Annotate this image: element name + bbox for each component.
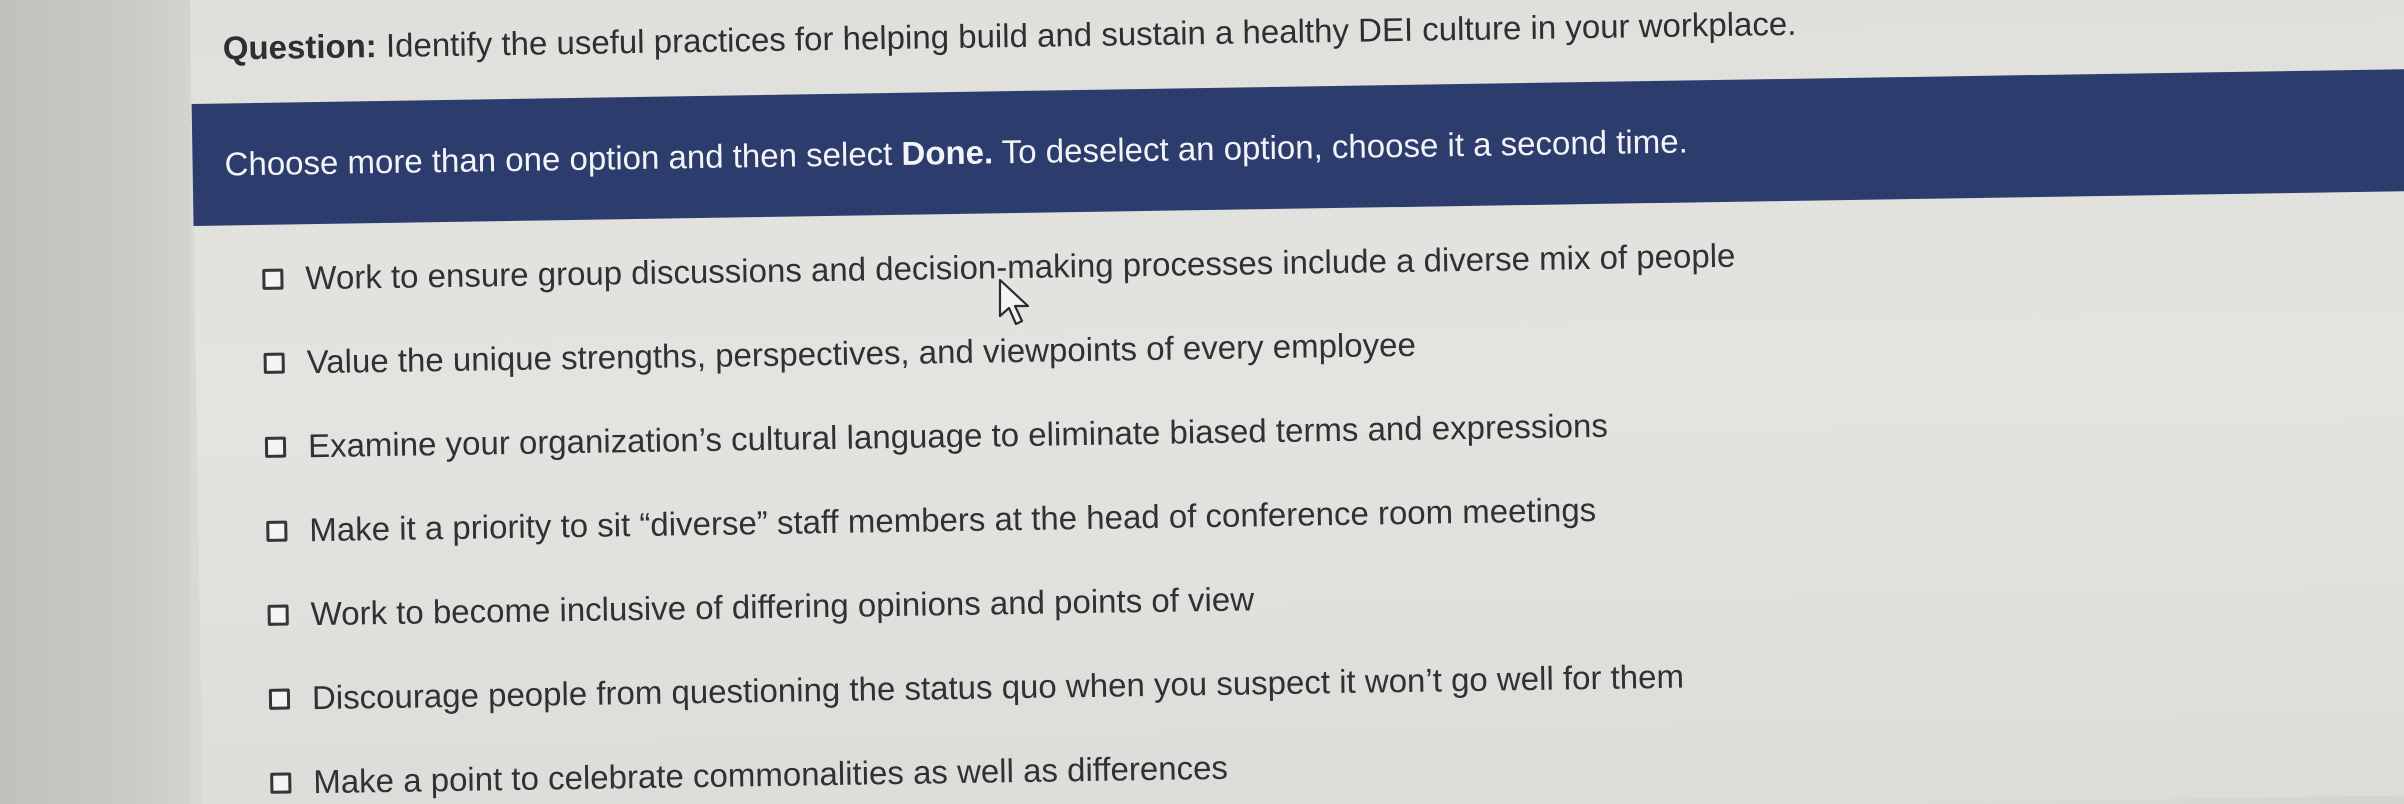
checkbox-icon[interactable] — [263, 352, 285, 374]
question-text: Question: Identify the useful practices … — [222, 5, 1796, 68]
instruction-done-keyword: Done. — [901, 133, 994, 172]
instruction-text: Choose more than one option and then sel… — [224, 122, 1688, 183]
option-label: Discourage people from questioning the s… — [311, 657, 1685, 717]
option-label: Examine your organization’s cultural lan… — [307, 406, 1609, 465]
option-label: Make it a priority to sit “diverse” staf… — [309, 490, 1597, 549]
question-body: Identify the useful practices for helpin… — [385, 4, 1797, 64]
question-label: Question: — [222, 27, 378, 67]
checkbox-icon[interactable] — [266, 520, 288, 542]
option-label: Work to become inclusive of differing op… — [310, 580, 1255, 633]
left-gutter — [0, 0, 190, 804]
instruction-before: Choose more than one option and then sel… — [224, 134, 902, 183]
screen: Question: Identify the useful practices … — [0, 0, 2404, 804]
instruction-banner: Choose more than one option and then sel… — [191, 68, 2404, 226]
checkbox-icon[interactable] — [270, 772, 292, 794]
mouse-pointer-icon — [998, 278, 1030, 326]
option-label: Value the unique strengths, perspectives… — [306, 325, 1417, 381]
checkbox-icon[interactable] — [264, 436, 287, 458]
checkbox-icon[interactable] — [262, 268, 284, 290]
checkbox-icon[interactable] — [268, 688, 291, 710]
checkbox-icon[interactable] — [267, 604, 289, 626]
option-label: Make a point to celebrate commonalities … — [313, 748, 1229, 801]
instruction-after: To deselect an option, choose it a secon… — [992, 122, 1689, 171]
question-panel: Question: Identify the useful practices … — [190, 0, 2404, 804]
